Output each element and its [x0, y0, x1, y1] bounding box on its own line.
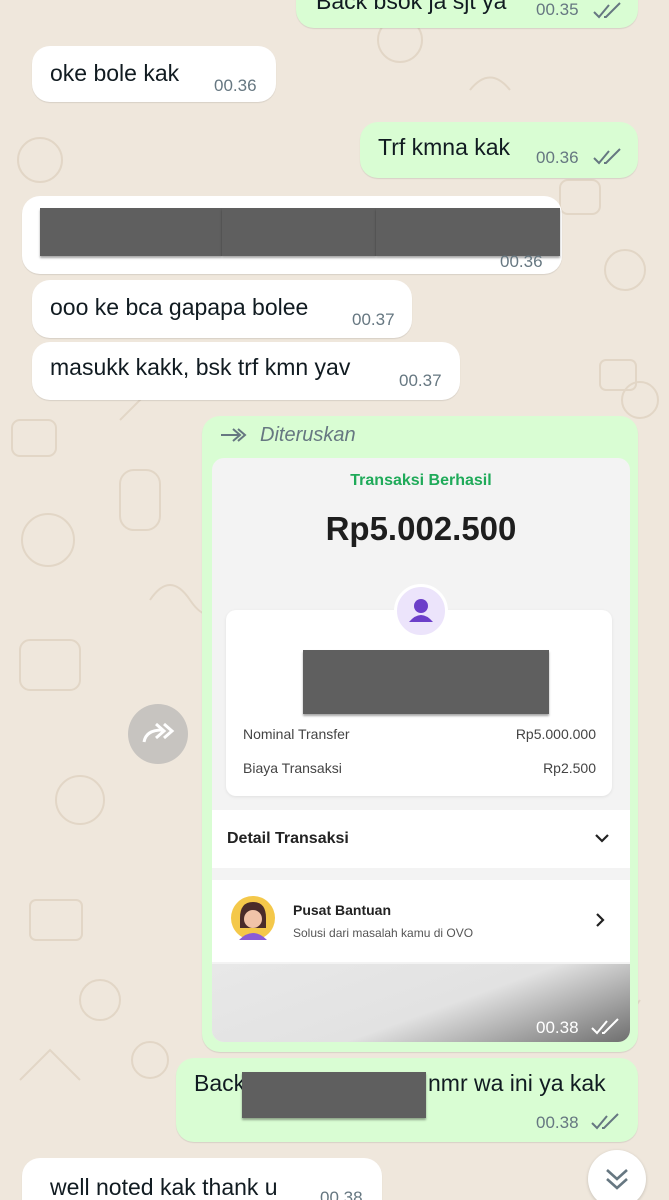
share-forward-button[interactable] [128, 704, 188, 764]
chevron-double-down-icon [606, 1169, 628, 1190]
chevron-down-icon [595, 834, 609, 843]
receipt-amount: Rp5.002.500 [325, 510, 517, 547]
redacted-block [376, 208, 560, 256]
fee-value: Rp2.500 [543, 760, 596, 776]
message-time: 00.36 [500, 252, 543, 271]
message-time: 00.36 [536, 148, 579, 167]
message-time: 00.37 [399, 371, 442, 390]
message-text: masukk kakk, bsk trf kmn yav [50, 354, 351, 380]
message-text: Back bsok ja sjt ya [316, 0, 507, 14]
help-center-row[interactable]: Pusat Bantuan Solusi dari masalah kamu d… [212, 880, 630, 962]
detail-label: Detail Transaksi [227, 830, 349, 847]
message-text: well noted kak thank u [50, 1174, 278, 1200]
message-bubble-incoming[interactable]: oke bole kak 00.36 [32, 46, 276, 102]
receipt-status: Transaksi Berhasil [350, 472, 492, 489]
user-avatar-icon [394, 584, 448, 638]
read-ticks-icon [591, 1018, 619, 1035]
read-ticks-icon [591, 1113, 619, 1130]
help-title: Pusat Bantuan [293, 902, 392, 918]
scroll-to-bottom-button[interactable] [588, 1150, 646, 1200]
detail-transaksi-row[interactable]: Detail Transaksi [212, 810, 630, 868]
redacted-block [222, 208, 376, 256]
message-text: ooo ke bca gapapa bolee [50, 294, 309, 320]
fee-label: Biaya Transaksi [243, 760, 342, 776]
message-time: 00.35 [536, 0, 579, 19]
message-text: oke bole kak [50, 60, 180, 86]
message-text-end: nmr wa ini ya kak [428, 1070, 606, 1096]
nominal-value: Rp5.000.000 [515, 726, 596, 742]
help-subtitle: Solusi dari masalah kamu di OVO [293, 926, 474, 940]
message-bubble-incoming[interactable]: well noted kak thank u 00.38 [22, 1158, 382, 1200]
forwarded-label: Diteruskan [260, 424, 356, 446]
redacted-block [242, 1072, 426, 1118]
message-time: 00.38 [320, 1188, 363, 1200]
message-time: 00.38 [536, 1018, 579, 1037]
redacted-block [40, 208, 222, 256]
support-agent-avatar [231, 896, 275, 940]
message-time: 00.37 [352, 310, 395, 329]
message-bubble-outgoing[interactable]: Trf kmna kak 00.36 [360, 122, 638, 178]
message-time: 00.36 [214, 76, 257, 95]
receipt-image[interactable]: Transaksi Berhasil Rp5.002.500 Nominal T… [212, 458, 630, 1042]
redacted-block [303, 650, 549, 714]
message-time: 00.38 [536, 1113, 579, 1132]
message-bubble-outgoing[interactable]: Back bsok ja sjt ya 00.35 [296, 0, 638, 28]
nominal-label: Nominal Transfer [243, 726, 350, 742]
read-ticks-icon [593, 2, 621, 19]
message-bubble-incoming[interactable]: ooo ke bca gapapa bolee 00.37 [32, 280, 412, 338]
message-bubble-incoming[interactable]: masukk kakk, bsk trf kmn yav 00.37 [32, 342, 460, 400]
message-text: Trf kmna kak [378, 134, 511, 160]
message-bubble-incoming[interactable]: 00.36 [22, 196, 562, 274]
read-ticks-icon [593, 148, 621, 165]
message-text-start: Back [194, 1070, 246, 1096]
forward-icon [221, 428, 247, 442]
chevron-right-icon [596, 913, 605, 927]
share-forward-icon [142, 722, 175, 743]
